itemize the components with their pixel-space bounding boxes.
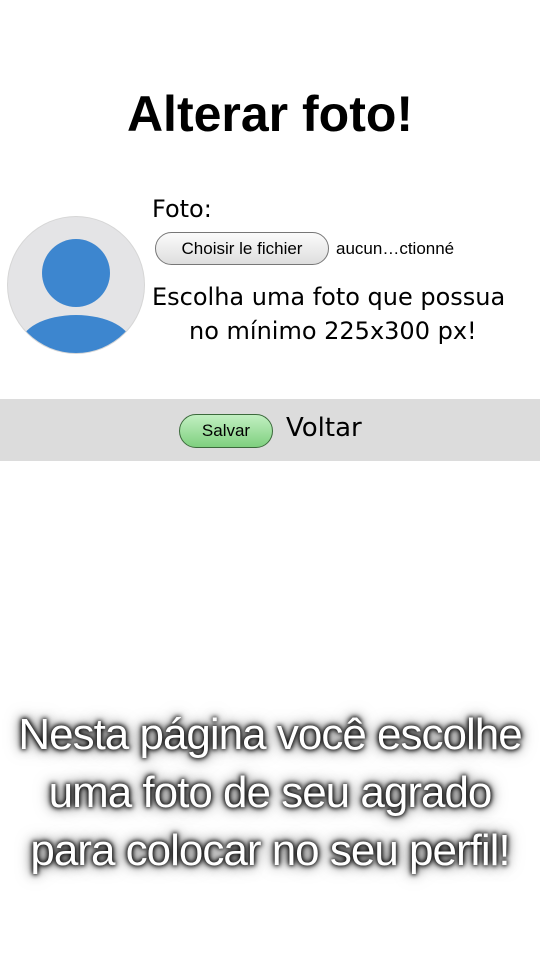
avatar-placeholder-icon xyxy=(8,217,144,353)
choose-file-button[interactable]: Choisir le fichier xyxy=(155,232,329,265)
back-link[interactable]: Voltar xyxy=(286,410,362,446)
hint-line-1: Escolha uma foto que possua xyxy=(152,283,506,311)
save-button[interactable]: Salvar xyxy=(179,414,273,448)
page-title: Alterar foto! xyxy=(126,86,414,142)
hint-line-2: no mínimo 225x300 px! xyxy=(189,317,477,345)
caption-line-1: Nesta página você escolhe xyxy=(18,710,522,759)
file-status-text: aucun…ctionné xyxy=(336,239,455,258)
caption-line-2: uma foto de seu agrado xyxy=(48,768,493,817)
overlay-caption: Nesta página você escolhe uma foto de se… xyxy=(0,706,540,880)
photo-size-hint: Escolha uma foto que possua no mínimo 22… xyxy=(152,280,540,348)
caption-line-3: para colocar no seu perfil! xyxy=(30,826,510,875)
foto-label: Foto: xyxy=(152,195,212,223)
